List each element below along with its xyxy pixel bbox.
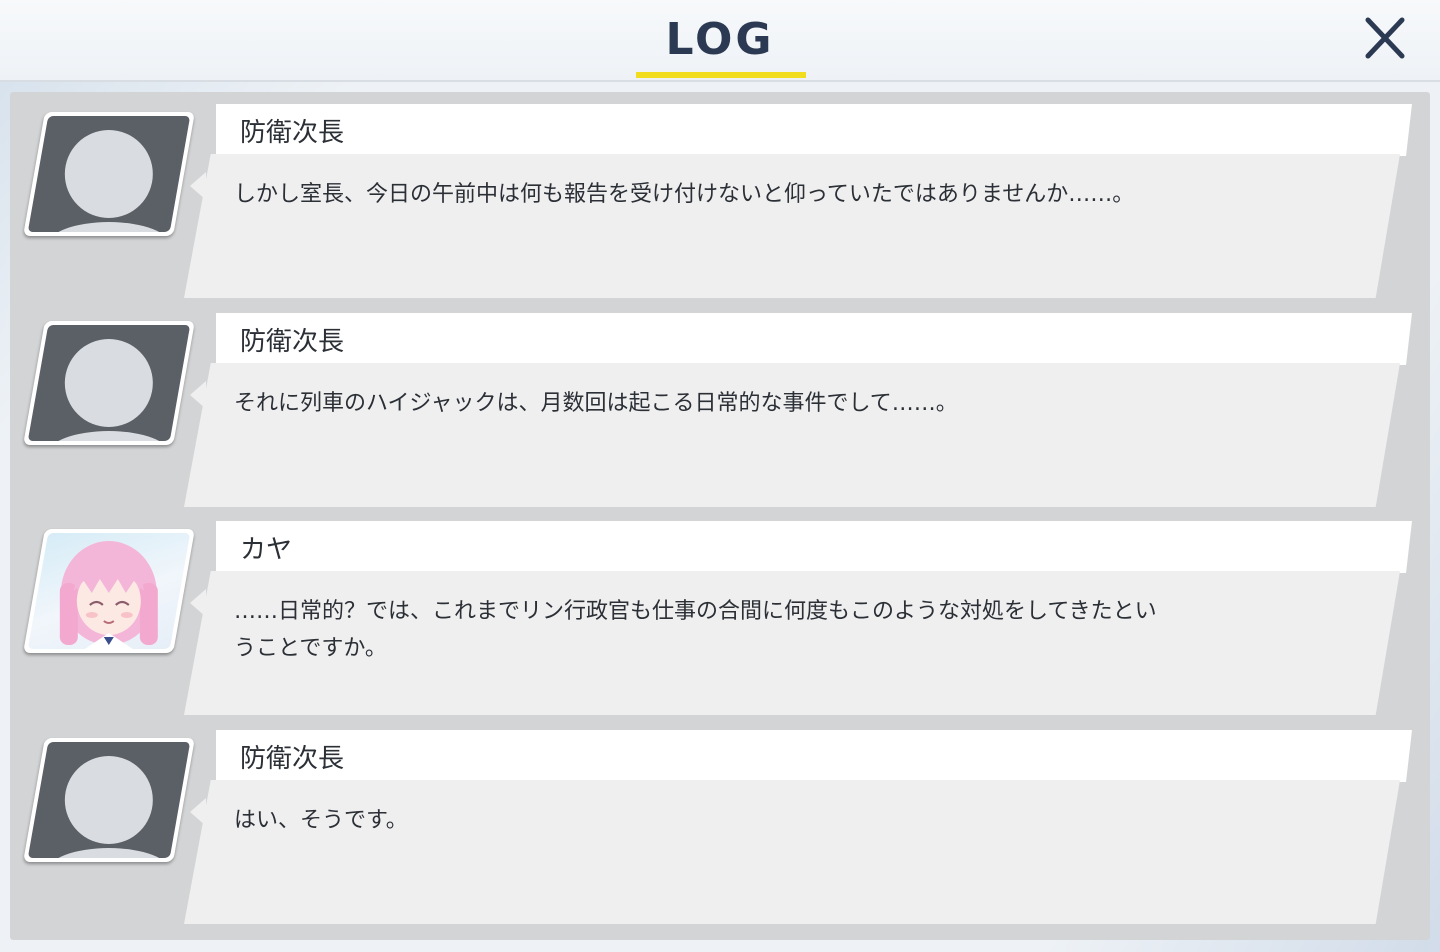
message-box: それに列車のハイジャックは、月数回は起こる日常的な事件でして……。 xyxy=(184,363,1400,507)
log-entry: カヤ ……日常的？では、これまでリン行政官も仕事の合間に何度もこのような対処をし… xyxy=(10,509,1430,715)
message-line: ……日常的？では、これまでリン行政官も仕事の合間に何度もこのような対処をしてきた… xyxy=(234,599,1157,624)
message-box: はい、そうです。 xyxy=(184,780,1400,924)
speaker-avatar xyxy=(23,529,195,653)
message-pointer xyxy=(190,381,206,409)
speaker-name: カヤ xyxy=(240,535,293,565)
speaker-name: 防衛次長 xyxy=(240,744,345,774)
speaker-name-bar: 防衛次長 xyxy=(216,313,1412,365)
title-underline xyxy=(636,72,806,78)
silhouette-avatar-icon xyxy=(46,130,171,232)
speaker-avatar xyxy=(23,738,195,862)
speaker-avatar xyxy=(23,112,195,236)
close-x-icon xyxy=(1365,17,1405,59)
speaker-name: 防衛次長 xyxy=(240,118,345,148)
message-text: ……日常的？では、これまでリン行政官も仕事の合間に何度もこのような対処をしてきた… xyxy=(234,593,1234,667)
log-list[interactable]: 防衛次長 しかし室長、今日の午前中は何も報告を受け付けないと仰っていたではありま… xyxy=(10,92,1430,940)
message-box: ……日常的？では、これまでリン行政官も仕事の合間に何度もこのような対処をしてきた… xyxy=(184,571,1400,715)
message-text: それに列車のハイジャックは、月数回は起こる日常的な事件でして……。 xyxy=(234,391,958,416)
kaya-portrait xyxy=(59,541,158,649)
log-header: LOG xyxy=(0,0,1440,82)
page-title: LOG xyxy=(665,14,775,65)
silhouette-avatar-icon xyxy=(46,756,171,858)
speaker-avatar xyxy=(23,321,195,445)
log-entry: 防衛次長 はい、そうです。 xyxy=(10,718,1430,924)
speaker-name-bar: 防衛次長 xyxy=(216,730,1412,782)
message-pointer xyxy=(190,589,206,617)
log-entry: 防衛次長 しかし室長、今日の午前中は何も報告を受け付けないと仰っていたではありま… xyxy=(10,92,1430,298)
speaker-name-bar: カヤ xyxy=(216,521,1412,573)
message-pointer xyxy=(190,172,206,200)
log-entry: 防衛次長 それに列車のハイジャックは、月数回は起こる日常的な事件でして……。 xyxy=(10,301,1430,507)
speaker-name: 防衛次長 xyxy=(240,327,345,357)
close-button[interactable] xyxy=(1358,12,1414,68)
message-pointer xyxy=(190,798,206,826)
message-text: しかし室長、今日の午前中は何も報告を受け付けないと仰っていたではありませんか……… xyxy=(234,182,1135,207)
silhouette-avatar-icon xyxy=(46,339,171,441)
message-text: はい、そうです。 xyxy=(234,808,408,833)
message-line: うことですか。 xyxy=(234,636,387,661)
speaker-name-bar: 防衛次長 xyxy=(216,104,1412,156)
message-box: しかし室長、今日の午前中は何も報告を受け付けないと仰っていたではありませんか……… xyxy=(184,154,1400,298)
